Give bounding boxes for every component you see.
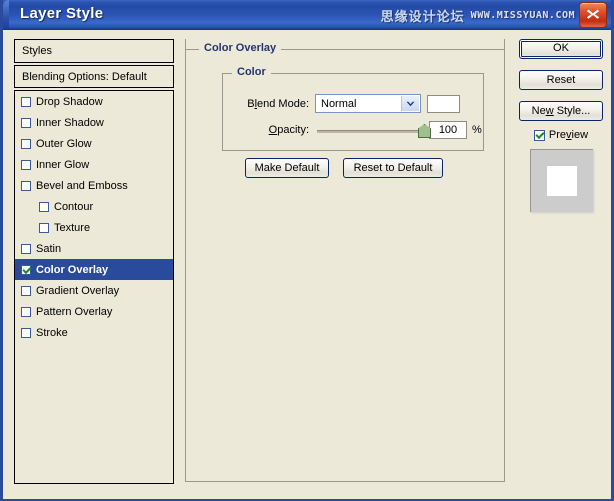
dialog-body: Styles Blending Options: Default Drop Sh… — [3, 30, 611, 499]
color-overlay-group-title: Color Overlay — [199, 42, 282, 54]
make-default-button[interactable]: Make Default — [245, 158, 329, 178]
opacity-label-post: pacity: — [277, 124, 309, 136]
effect-checkbox[interactable] — [21, 96, 31, 107]
effect-checkbox[interactable] — [39, 201, 49, 212]
effect-label: Outer Glow — [36, 137, 92, 150]
effect-row[interactable]: Pattern Overlay — [15, 301, 173, 322]
effect-checkbox[interactable] — [21, 243, 31, 254]
effect-row[interactable]: Stroke — [15, 322, 173, 343]
effect-checkbox[interactable] — [21, 180, 31, 191]
blend-mode-row: Blend Mode: Normal — [235, 94, 460, 113]
color-group-title: Color — [232, 66, 271, 78]
opacity-label: Opacity: — [235, 124, 309, 136]
title-bar-left-cap — [3, 0, 9, 29]
preview-label: Preview — [549, 129, 588, 141]
layer-style-dialog: Layer Style 思缘设计论坛 WWW.MISSYUAN.COM Styl… — [0, 0, 614, 501]
watermark-url-text: WWW.MISSYUAN.COM — [470, 10, 575, 21]
preview-thumbnail-shape — [546, 166, 577, 196]
effect-label: Drop Shadow — [36, 95, 103, 108]
effect-label: Stroke — [36, 326, 68, 339]
effect-row[interactable]: Color Overlay — [15, 259, 173, 280]
blend-mode-select[interactable]: Normal — [315, 94, 421, 113]
reset-to-default-button[interactable]: Reset to Default — [343, 158, 443, 178]
styles-header: Styles — [14, 39, 174, 63]
effect-checkbox[interactable] — [39, 222, 49, 233]
window-title: Layer Style — [20, 5, 104, 22]
effect-label: Color Overlay — [36, 263, 109, 276]
effect-row[interactable]: Gradient Overlay — [15, 280, 173, 301]
blend-mode-label-post: end Mode: — [257, 97, 309, 110]
effects-list[interactable]: Drop Shadow Inner Shadow Outer Glow Inner G… — [14, 90, 174, 484]
preview-row[interactable]: Preview — [519, 129, 603, 141]
preview-checkbox[interactable] — [533, 129, 545, 141]
effect-row[interactable]: Contour — [15, 196, 173, 217]
blend-mode-value: Normal — [321, 97, 357, 110]
effect-row[interactable]: Outer Glow — [15, 133, 173, 154]
right-button-panel: OK Reset New Style... Preview — [519, 39, 603, 212]
effect-label: Bevel and Emboss — [36, 179, 128, 192]
styles-panel: Styles Blending Options: Default Drop Sh… — [14, 39, 174, 484]
color-group: Color Blend Mode: Normal Opacity: 100 % — [222, 66, 484, 151]
blend-mode-label: Blend Mode: — [235, 98, 309, 110]
effect-label: Gradient Overlay — [36, 284, 120, 297]
preview-label-post: iew — [571, 129, 589, 141]
new-style-label-post: Style... — [553, 105, 591, 117]
ok-button[interactable]: OK — [519, 39, 603, 59]
blending-options-item[interactable]: Blending Options: Default — [14, 65, 174, 88]
effect-checkbox[interactable] — [21, 327, 31, 338]
effect-checkbox[interactable] — [21, 117, 31, 128]
effect-label: Inner Shadow — [36, 116, 104, 129]
effect-label: Inner Glow — [36, 158, 90, 171]
effect-row[interactable]: Drop Shadow — [15, 91, 173, 112]
opacity-row: Opacity: 100 % — [235, 121, 482, 139]
effect-checkbox[interactable] — [21, 306, 31, 317]
effect-label: Contour — [54, 200, 94, 213]
effect-row[interactable]: Texture — [15, 217, 173, 238]
reset-button[interactable]: Reset — [519, 70, 603, 90]
effect-checkbox[interactable] — [21, 138, 31, 149]
blend-mode-label-pre: B — [247, 97, 255, 110]
new-style-label-pre: Ne — [531, 105, 546, 117]
watermark: 思缘设计论坛 WWW.MISSYUAN.COM — [381, 6, 575, 25]
effect-row[interactable]: Inner Shadow — [15, 112, 173, 133]
effect-label: Texture — [54, 221, 91, 234]
effect-checkbox[interactable] — [21, 285, 31, 296]
effect-row[interactable]: Bevel and Emboss — [15, 175, 173, 196]
chevron-down-icon[interactable] — [401, 96, 419, 111]
title-bar[interactable]: Layer Style 思缘设计论坛 WWW.MISSYUAN.COM — [3, 0, 611, 30]
opacity-unit: % — [472, 124, 482, 136]
opacity-input[interactable]: 100 — [429, 121, 467, 139]
new-style-button[interactable]: New Style... — [519, 101, 603, 121]
effect-row[interactable]: Satin — [15, 238, 173, 259]
overlay-color-swatch[interactable] — [427, 94, 460, 113]
effect-label: Pattern Overlay — [36, 305, 113, 318]
preview-thumbnail — [529, 149, 593, 212]
effect-label: Satin — [36, 242, 62, 255]
color-overlay-group: Color Overlay Color Blend Mode: Normal O… — [185, 42, 505, 199]
effect-checkbox[interactable] — [21, 264, 31, 275]
default-buttons-row: Make Default Reset to Default — [245, 158, 443, 178]
watermark-chinese-text: 思缘设计论坛 — [380, 9, 465, 24]
effect-checkbox[interactable] — [21, 159, 31, 170]
close-x-icon — [586, 9, 600, 19]
opacity-label-accel: O — [268, 124, 278, 136]
opacity-slider[interactable] — [317, 122, 431, 138]
new-style-label-accel: w — [545, 105, 554, 117]
close-button[interactable] — [579, 2, 607, 28]
preview-label-pre: Pre — [548, 129, 567, 141]
effect-row[interactable]: Inner Glow — [15, 154, 173, 175]
settings-panel: Color Overlay Color Blend Mode: Normal O… — [185, 39, 505, 482]
